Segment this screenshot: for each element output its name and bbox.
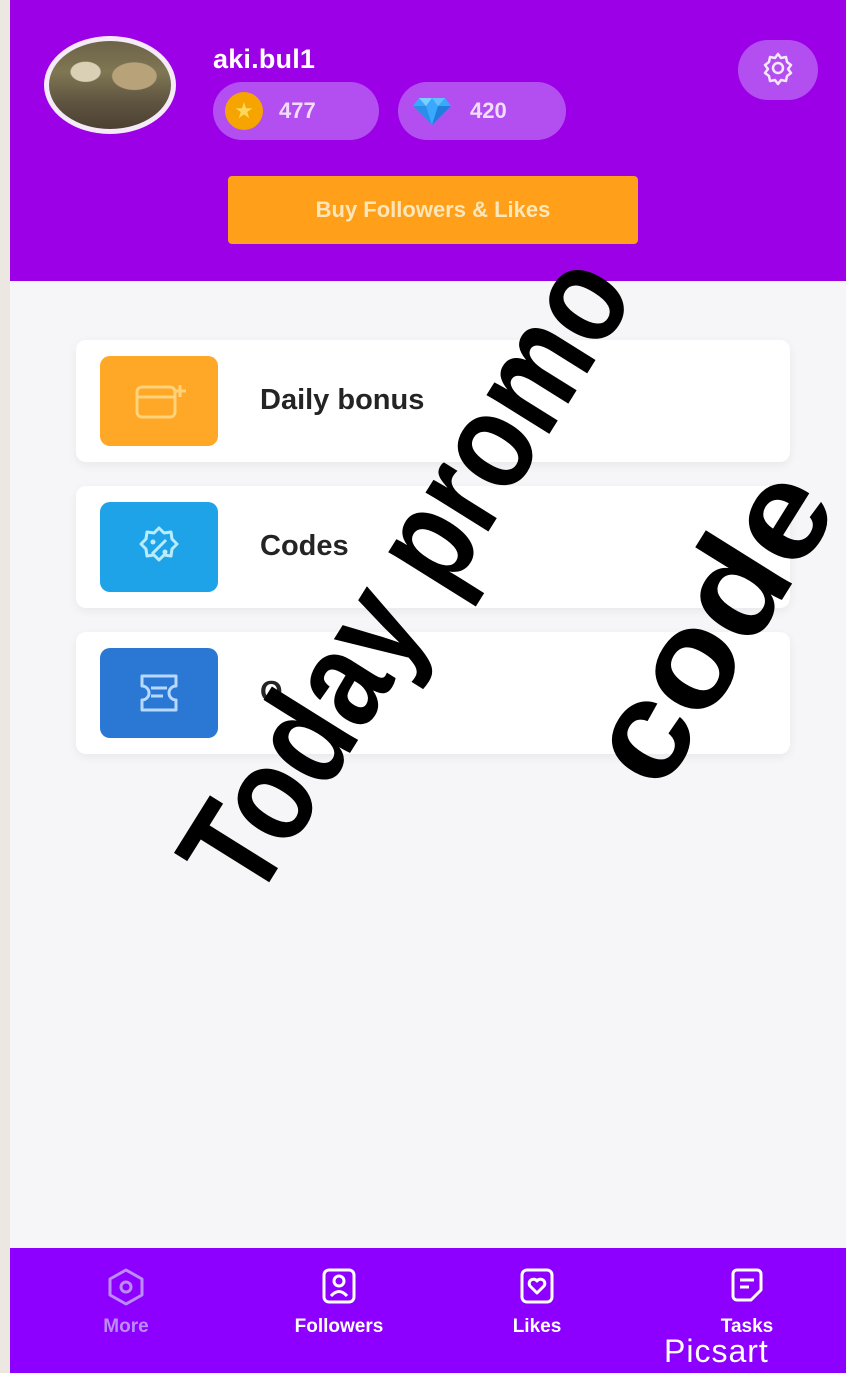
menu-item-daily-bonus[interactable]: Daily bonus: [76, 340, 790, 462]
username: aki.bul1: [213, 44, 316, 74]
coins-balance[interactable]: ★ 477: [213, 82, 379, 140]
discount-badge-icon: [100, 502, 218, 592]
avatar[interactable]: [44, 36, 176, 134]
diamond-icon: [410, 92, 454, 130]
tasks-icon: [731, 1268, 763, 1302]
menu-item-label: Daily bonus: [260, 384, 425, 416]
nav-label: Followers: [294, 1316, 384, 1337]
profile-header: aki.bul1 ★ 477 420 Buy Followers & Likes: [10, 0, 846, 281]
nav-item-tasks[interactable]: Tasks: [677, 1266, 817, 1338]
nav-item-likes[interactable]: Likes: [467, 1266, 607, 1338]
gems-value: 420: [470, 98, 507, 123]
gems-balance[interactable]: 420: [398, 82, 566, 140]
menu-item-third[interactable]: O: [76, 632, 790, 754]
calendar-plus-icon: [100, 356, 218, 446]
coin-icon: ★: [225, 92, 263, 130]
nav-label: More: [103, 1316, 149, 1337]
coins-value: 477: [279, 98, 316, 123]
nav-label: Likes: [512, 1316, 562, 1337]
menu-item-label: Codes: [260, 530, 349, 562]
ticket-icon: [100, 648, 218, 738]
settings-button[interactable]: [738, 40, 818, 100]
gear-icon: [759, 49, 797, 92]
phone-screen: aki.bul1 ★ 477 420 Buy Followers & Likes…: [10, 0, 846, 1373]
buy-followers-likes-button[interactable]: Buy Followers & Likes: [228, 176, 638, 244]
heart-card-icon: [520, 1268, 554, 1304]
picsart-watermark: Picsart: [664, 1333, 769, 1369]
nav-item-followers[interactable]: Followers: [269, 1266, 409, 1338]
menu-item-codes[interactable]: Codes: [76, 486, 790, 608]
user-card-icon: [322, 1268, 356, 1304]
menu-item-label: O: [260, 676, 283, 708]
nav-item-more[interactable]: More: [56, 1266, 196, 1338]
more-icon: [108, 1268, 144, 1306]
